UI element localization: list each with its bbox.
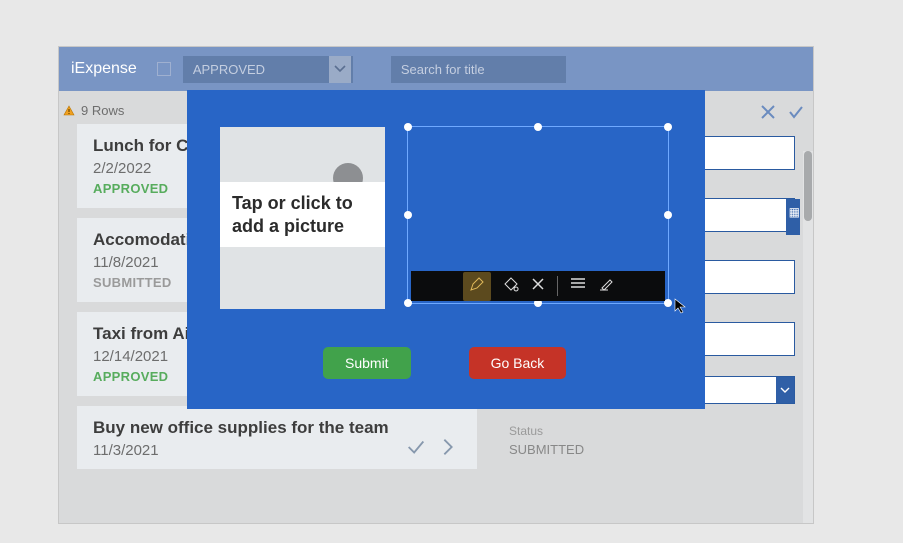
check-icon[interactable] [405, 436, 427, 463]
check-icon[interactable] [787, 103, 805, 126]
status-label: Status [509, 424, 809, 438]
list-item[interactable]: Buy new office supplies for the team 11/… [77, 406, 477, 469]
goback-button[interactable]: Go Back [469, 347, 567, 379]
resize-handle[interactable] [664, 123, 672, 131]
signature-modal: Tap or click to add a picture Submit Go … [187, 90, 705, 409]
close-icon[interactable] [759, 103, 777, 126]
rows-label: 9 Rows [81, 103, 124, 118]
submit-button[interactable]: Submit [323, 347, 411, 379]
edit-icon[interactable] [598, 276, 614, 297]
lines-icon[interactable] [570, 277, 586, 296]
separator [557, 276, 558, 296]
chevron-right-icon[interactable] [437, 436, 459, 463]
modal-buttons: Submit Go Back [323, 347, 566, 379]
picture-prompt: Tap or click to add a picture [220, 182, 385, 247]
warning-icon [63, 105, 75, 117]
card-actions [405, 436, 459, 463]
header-bar: iExpense APPROVED [59, 47, 813, 91]
close-icon[interactable] [531, 277, 545, 296]
cursor-icon [674, 298, 688, 319]
resize-handle[interactable] [664, 299, 672, 307]
pen-icon[interactable] [463, 272, 491, 301]
app-title: iExpense [71, 60, 137, 78]
picture-dropzone[interactable]: Tap or click to add a picture [220, 127, 385, 309]
filter-dropdown[interactable]: APPROVED [183, 56, 353, 83]
chevron-down-icon [329, 56, 351, 83]
status-block: Status SUBMITTED [509, 424, 809, 457]
filter-value: APPROVED [183, 56, 353, 83]
bucket-icon[interactable] [503, 276, 519, 297]
scrollbar[interactable] [803, 151, 813, 524]
chevron-down-icon [776, 377, 794, 403]
card-title: Buy new office supplies for the team [93, 418, 461, 438]
drawing-toolbar [411, 271, 665, 301]
status-value: SUBMITTED [509, 442, 809, 457]
calendar-icon: ▦ [789, 205, 800, 219]
resize-handle[interactable] [534, 123, 542, 131]
header-checkbox[interactable] [157, 62, 171, 76]
resize-handle[interactable] [404, 211, 412, 219]
search-input[interactable] [391, 56, 566, 83]
resize-handle[interactable] [404, 123, 412, 131]
scrollbar-thumb[interactable] [804, 151, 812, 221]
resize-handle[interactable] [664, 211, 672, 219]
